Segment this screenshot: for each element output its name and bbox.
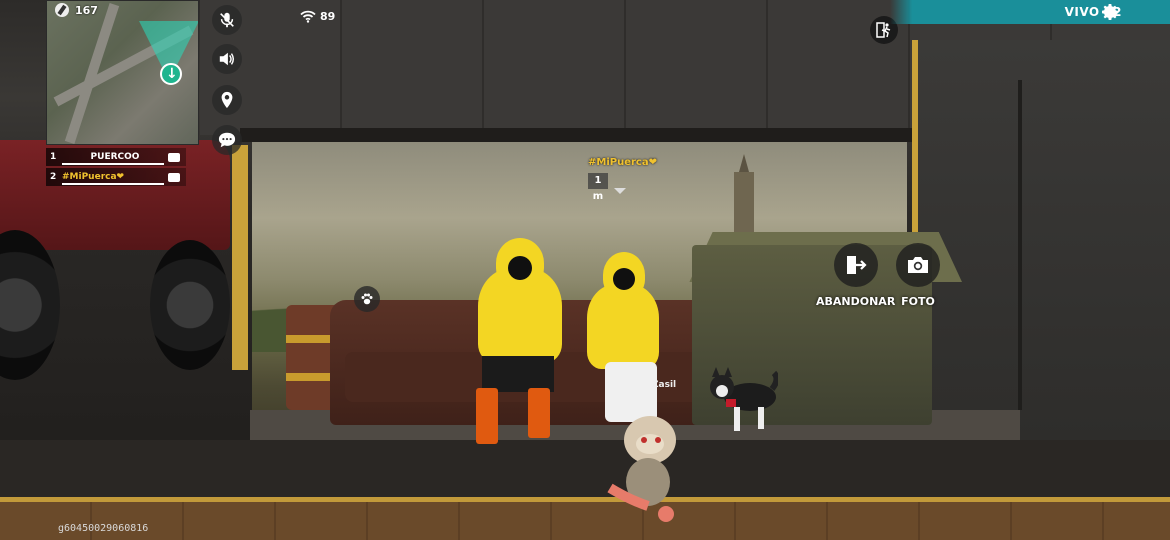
alive-counter: 167 (55, 3, 98, 17)
left-post (232, 145, 248, 370)
ping-value: 89 (320, 10, 336, 23)
face (613, 268, 635, 290)
team-list: 1 PUERCOO 2 #MiPuerca❤ (46, 148, 186, 188)
leave-door-icon (846, 256, 867, 274)
alive-count: 167 (75, 3, 98, 17)
alive-icon (55, 3, 69, 17)
photo-label: FOTO (901, 295, 935, 308)
player-location-marker (160, 63, 182, 85)
boot-right (528, 388, 550, 438)
teammate-pointer-icon (614, 188, 626, 194)
spectator-bar: VIVO 12 (890, 0, 1170, 24)
team-member-2[interactable]: 2 #MiPuerca❤ (46, 168, 186, 186)
chat-bubble-icon (168, 152, 180, 162)
photo-button[interactable]: FOTO (896, 243, 940, 308)
speaker-button[interactable] (212, 44, 242, 74)
character-label: Zasil (652, 380, 677, 390)
health-bar (62, 163, 164, 165)
minimap[interactable]: 167 (46, 0, 199, 145)
leave-button-circle (833, 243, 878, 287)
map-marker-button[interactable] (212, 85, 242, 115)
floor (0, 440, 1170, 500)
truck-wheel-front (150, 240, 230, 370)
face (508, 256, 532, 280)
team-member-index: 1 (50, 152, 57, 162)
player-uid: g60450029060816 (58, 523, 149, 534)
team-member-1[interactable]: 1 PUERCOO (46, 148, 186, 166)
paw-icon (361, 293, 373, 305)
legs (482, 356, 554, 392)
photo-button-circle (896, 243, 940, 287)
leave-label: ABANDONAR (816, 295, 896, 308)
pet-button[interactable] (354, 286, 380, 312)
chat-button[interactable] (212, 125, 242, 155)
wood-floor (0, 502, 1170, 540)
microphone-muted-icon (220, 12, 234, 28)
teammate-name-tag: #MiPuerca❤ (588, 157, 657, 168)
team-member-index: 2 (50, 172, 57, 182)
truck-wheel-back (0, 230, 60, 380)
gear-icon[interactable] (1100, 2, 1120, 22)
microphone-button[interactable] (212, 5, 242, 35)
team-member-name: #MiPuerca❤ (62, 172, 125, 182)
network-status: 89 (300, 10, 335, 23)
right-wall (912, 40, 1170, 440)
chat-bubble-icon (168, 172, 180, 182)
teammate-distance: 1 m (588, 173, 608, 202)
character-duck-hoodie-1[interactable] (470, 238, 570, 448)
character-duck-hoodie-2[interactable] (585, 252, 665, 427)
camera-icon (908, 257, 928, 273)
husky-dog (710, 367, 778, 431)
location-pin-icon (221, 91, 233, 109)
pet-companion (607, 416, 676, 522)
boot-left (476, 388, 498, 444)
leave-button[interactable]: ABANDONAR (816, 243, 895, 308)
chat-icon (218, 132, 236, 148)
speaker-icon (219, 52, 235, 66)
health-bar (62, 183, 164, 185)
wifi-icon (300, 10, 316, 23)
team-member-name: PUERCOO (90, 152, 140, 162)
